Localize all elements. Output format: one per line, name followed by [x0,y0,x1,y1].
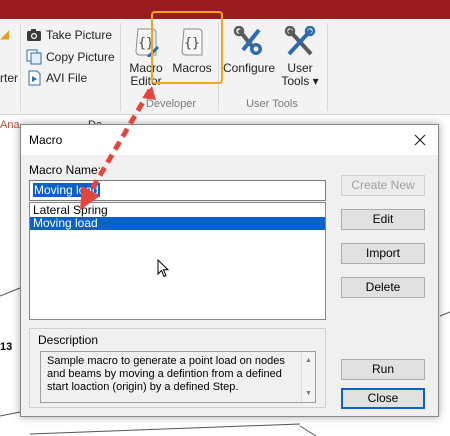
dialog-titlebar[interactable]: Macro [21,125,438,155]
developer-group-label: Developer [145,98,197,110]
description-label: Description [38,333,99,347]
macro-name-label: Macro Name: [29,163,102,177]
copy-picture-button[interactable]: Copy Picture [26,47,115,67]
group-separator [120,23,121,111]
camera-icon [26,27,42,43]
user-tools-group-label: User Tools [246,98,298,110]
copy-picture-label: Copy Picture [46,50,115,64]
scroll-down-icon[interactable]: ▼ [305,387,312,400]
run-button[interactable]: Run [341,359,425,380]
user-tools-label: User Tools ▾ [281,61,319,88]
group-separator [327,23,328,111]
macro-name-value: Moving load [33,183,100,197]
clipped-arrow-icon: ◢ [0,27,10,41]
create-new-button[interactable]: Create New [341,175,425,196]
import-button[interactable]: Import [341,243,425,264]
group-separator [20,23,21,111]
node-label: 13 [0,341,13,353]
description-group: Description Sample macro to generate a p… [29,328,326,408]
macro-dialog: Macro Macro Name: Moving load Lateral Sp… [20,124,439,417]
avi-file-icon [26,70,42,86]
app-titlebar [0,0,450,19]
description-textbox[interactable]: Sample macro to generate a point load on… [40,351,316,403]
macro-name-input[interactable]: Moving load [29,180,326,201]
description-scrollbar[interactable]: ▲ ▼ [301,352,315,402]
user-tools-icon [284,26,316,58]
avi-file-button[interactable]: AVI File [26,68,87,88]
ribbon: rter ◢ Take Picture Copy Picture AVI Fil… [0,19,450,115]
delete-button[interactable]: Delete [341,277,425,298]
configure-tools-icon [233,26,265,58]
list-item[interactable]: Moving load [30,217,325,230]
background-tab-label: Ana [0,119,20,131]
macro-list[interactable]: Lateral Spring Moving load [29,202,326,320]
close-button[interactable]: Close [341,388,425,409]
avi-file-label: AVI File [46,71,88,85]
copy-picture-icon [26,49,42,65]
macros-highlight [151,11,223,84]
edit-button[interactable]: Edit [341,209,425,230]
configure-label: Configure [222,61,276,75]
clipped-ribbon-label: rter [0,71,18,85]
dialog-title: Macro [29,133,63,147]
take-picture-label: Take Picture [46,28,113,42]
take-picture-button[interactable]: Take Picture [26,25,112,45]
scroll-up-icon[interactable]: ▲ [305,354,312,367]
close-icon[interactable] [410,130,430,150]
configure-button[interactable]: Configure [222,22,276,96]
description-text: Sample macro to generate a point load on… [47,355,285,393]
user-tools-button[interactable]: User Tools ▾ [278,22,322,96]
mouse-cursor-icon [157,259,170,278]
